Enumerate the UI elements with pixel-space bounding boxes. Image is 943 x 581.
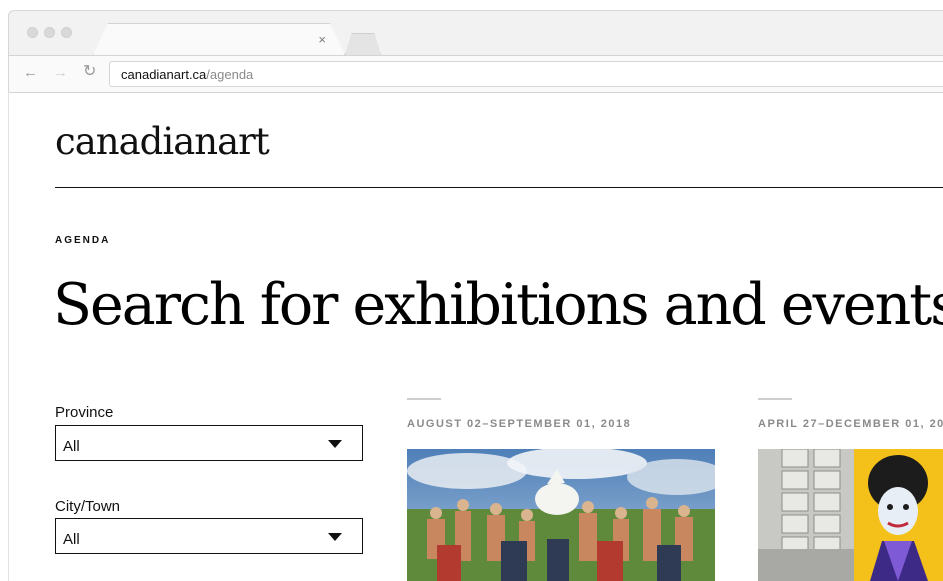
section-kicker: AGENDA — [55, 235, 111, 246]
browser-tab-active[interactable]: × — [93, 23, 345, 55]
city-select-value: All — [63, 531, 80, 548]
browser-window-chrome: × ← → ↻ canadianart.ca/agenda — [8, 10, 943, 93]
address-domain: canadianart.ca — [121, 67, 207, 82]
browser-toolbar: ← → ↻ canadianart.ca/agenda — [9, 55, 943, 93]
new-tab-button[interactable] — [345, 33, 381, 55]
page-content: canadianart AGENDA Search for exhibition… — [8, 92, 943, 581]
site-logo[interactable]: canadianart — [55, 120, 270, 163]
event-image[interactable] — [758, 449, 943, 581]
close-icon[interactable]: × — [318, 33, 326, 46]
forward-arrow-icon[interactable]: → — [53, 65, 68, 80]
caret-down-icon — [328, 533, 342, 541]
address-path: /agenda — [206, 67, 254, 82]
event-date: AUGUST 02–SEPTEMBER 01, 2018 — [407, 418, 632, 430]
reload-icon[interactable]: ↻ — [83, 64, 96, 80]
card-divider — [758, 398, 792, 400]
header-divider — [55, 187, 943, 188]
province-select-value: All — [63, 438, 80, 455]
artwork-illustration — [758, 449, 943, 581]
tab-strip: × — [9, 11, 943, 55]
window-controls — [27, 27, 72, 38]
painting-illustration — [407, 449, 715, 581]
window-zoom-dot[interactable] — [61, 27, 72, 38]
province-label: Province — [55, 404, 114, 421]
event-date: APRIL 27–DECEMBER 01, 2018 — [758, 418, 943, 430]
province-select[interactable]: All — [55, 425, 363, 461]
window-minimize-dot[interactable] — [44, 27, 55, 38]
caret-down-icon — [328, 440, 342, 448]
address-bar[interactable]: canadianart.ca/agenda — [109, 61, 943, 87]
card-divider — [407, 398, 441, 400]
city-label: City/Town — [55, 498, 121, 515]
event-image[interactable] — [407, 449, 715, 581]
page-title: Search for exhibitions and events — [53, 272, 943, 338]
back-arrow-icon[interactable]: ← — [23, 65, 38, 80]
city-select[interactable]: All — [55, 518, 363, 554]
window-close-dot[interactable] — [27, 27, 38, 38]
